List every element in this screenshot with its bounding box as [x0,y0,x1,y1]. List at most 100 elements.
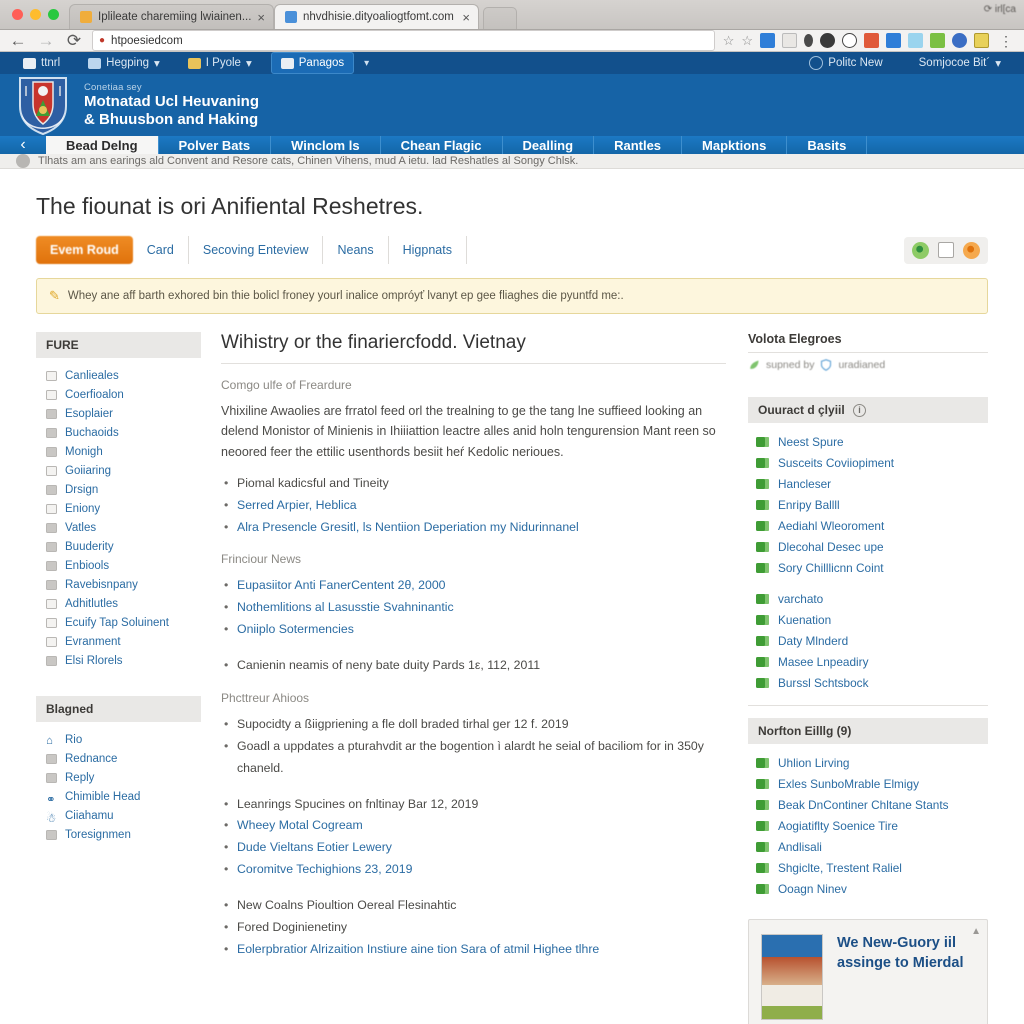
note-icon[interactable] [938,242,954,258]
sidebar-item-13[interactable]: Ecuify Tap Soluinent [36,613,201,632]
extension-clock-icon[interactable] [820,33,835,48]
bookmark-star-alt-icon[interactable]: ☆ [741,33,753,49]
sidebar-item-14[interactable]: Evranment [36,632,201,651]
sidebar2-item-4[interactable]: ☃ Ciiahamu [36,806,201,825]
sidebar-item-2[interactable]: Esoplaier [36,404,201,423]
extension-blue-icon[interactable] [760,33,775,48]
list-item[interactable]: Sory Chilllicnn Coint [748,557,988,578]
list-item[interactable]: Aogiatiflty Soenice Tire [748,815,988,836]
extension-puzzle-icon[interactable] [952,33,967,48]
content-tab-2[interactable]: Secoving Enteview [189,236,324,264]
nav-tab-5[interactable]: Rantles [594,136,683,154]
nav-tab-4[interactable]: Dealling [503,136,595,154]
utility-item-3-selected[interactable]: Panagos [270,52,355,74]
list-item[interactable]: Aediahl Wleoroment [748,515,988,536]
utility-item-0[interactable]: ttnrl [14,53,69,73]
minimize-window-button[interactable] [30,8,41,20]
utility-right-news[interactable]: Politc New [800,52,891,74]
back-icon[interactable]: ← [8,32,28,49]
sidebar2-item-1[interactable]: Rednance [36,749,201,768]
extension-circle-icon[interactable] [842,33,857,48]
list-item[interactable]: Eupasiitor Anti FanerCentent 2θ, 2000 [221,575,726,597]
list-item[interactable]: Hancleser [748,473,988,494]
new-tab-button[interactable] [483,7,517,29]
browser-tab-1[interactable]: Iplileate charemiing lwiainen... × [69,4,274,29]
nav-tab-3[interactable]: Chean Flagic [381,136,503,154]
sidebar2-item-3[interactable]: ⚭ Chimible Head [36,787,201,806]
sidebar-item-11[interactable]: Ravebisnpany [36,575,201,594]
sidebar2-item-2[interactable]: Reply [36,768,201,787]
list-item[interactable]: Coromitve Techighions 23, 2019 [221,859,726,881]
list-item[interactable]: Wheey Motal Cogream [221,815,726,837]
extension-cyan-a-icon[interactable] [886,33,901,48]
nav-back-arrow-icon[interactable]: ‹ [0,136,46,154]
settings-icon[interactable] [963,241,980,259]
list-item[interactable]: Eolerpbratior Alrizaition Instiure aine … [221,939,726,961]
list-item[interactable]: Serred Arpier, Heblica [221,495,726,517]
list-item[interactable]: Kuenation [748,609,988,630]
utility-more-caret-icon[interactable]: ▾ [364,58,369,69]
extension-green-flag-icon[interactable] [930,33,945,48]
list-item[interactable]: Dlecohal Desec upe [748,536,988,557]
content-tab-4[interactable]: Higpnats [389,236,467,264]
promo-ad-box[interactable]: ▲ We New-Guory iil assinge to Mierdal ⚲ … [748,919,988,1024]
browser-tab-2[interactable]: nhvdhisie.dityoaliogtfomt.com × [274,4,479,29]
sidebar-item-6[interactable]: Drsign [36,480,201,499]
extension-red-icon[interactable] [864,33,879,48]
site-brand[interactable]: Conetiaa sey Motnatad Ucl Heuvaning & Bh… [84,82,259,128]
list-item[interactable]: Shgiclte, Trestent Raliel [748,857,988,878]
extension-lightblue-icon[interactable] [908,33,923,48]
list-item[interactable]: varchato [748,588,988,609]
list-item[interactable]: Alra Presencle Gresitl, ls Nentiion Depe… [221,517,726,539]
list-item[interactable]: Daty Mlnderd [748,630,988,651]
nav-tab-2[interactable]: Winclom ls [271,136,381,154]
add-icon[interactable] [912,241,929,259]
reload-icon[interactable]: ⟳ [64,32,84,49]
list-item[interactable]: Enripy Ballll [748,494,988,515]
sidebar-item-8[interactable]: Vatles [36,518,201,537]
sidebar-item-4[interactable]: Monigh [36,442,201,461]
sidebar2-item-0[interactable]: ⌂ Rio [36,730,201,749]
list-item[interactable]: Andlisali [748,836,988,857]
tab-close-icon[interactable]: × [257,11,265,24]
window-traffic-lights[interactable] [8,0,69,29]
sidebar-item-0[interactable]: Canlieales [36,366,201,385]
list-item[interactable]: Uhlion Lirving [748,752,988,773]
browser-menu-icon[interactable]: ⋮ [996,34,1016,48]
sidebar2-item-5[interactable]: Toresignmen [36,825,201,844]
maximize-window-button[interactable] [48,8,59,20]
list-item[interactable]: Susceits Coviiopiment [748,452,988,473]
nav-tab-6[interactable]: Mapktions [682,136,788,154]
content-tab-active[interactable]: Evem Roud [36,236,133,264]
list-item[interactable]: Beak DnContiner Chltane Stants [748,794,988,815]
bookmark-star-icon[interactable]: ☆ [723,33,735,49]
utility-item-1[interactable]: Hegping ▾ [79,52,169,74]
sidebar-item-10[interactable]: Enbiools [36,556,201,575]
list-item[interactable]: Masee Lnpeadiry [748,651,988,672]
list-item[interactable]: Dude Vieltans Eotier Lewery [221,837,726,859]
sidebar-item-5[interactable]: Goiiaring [36,461,201,480]
sidebar-item-9[interactable]: Buuderity [36,537,201,556]
forward-icon[interactable]: → [36,32,56,49]
list-item[interactable]: Ooagn Ninev [748,878,988,899]
extension-chart-icon[interactable] [782,33,797,48]
sidebar-item-3[interactable]: Buchaoids [36,423,201,442]
extension-key-icon[interactable] [804,34,813,47]
tab-close-icon[interactable]: × [462,11,470,24]
sidebar-item-7[interactable]: Eniony [36,499,201,518]
sidebar-item-15[interactable]: Elsi Rlorels [36,651,201,670]
nav-tab-7[interactable]: Basits [787,136,868,154]
utility-right-account[interactable]: Somjocoe Bit´ ▾ [910,52,1010,74]
list-item[interactable]: Exles SunboMrable Elmigy [748,773,988,794]
sidebar-item-1[interactable]: Coerfioalon [36,385,201,404]
nav-tab-1[interactable]: Polver Bats [159,136,272,154]
utility-item-2[interactable]: I Pyole ▾ [179,52,261,74]
list-item[interactable]: Nothemlitions al Lasusstie Svahninantic [221,597,726,619]
list-item[interactable]: Oniiplo Sotermencies [221,619,726,641]
info-icon[interactable]: i [853,404,867,417]
nav-tab-0[interactable]: Bead Delng [46,136,159,154]
content-tab-3[interactable]: Neans [323,236,389,264]
list-item[interactable]: Neest Spure [748,431,988,452]
content-tab-1[interactable]: Card [133,236,189,264]
sidebar-item-12[interactable]: Adhitlutles [36,594,201,613]
